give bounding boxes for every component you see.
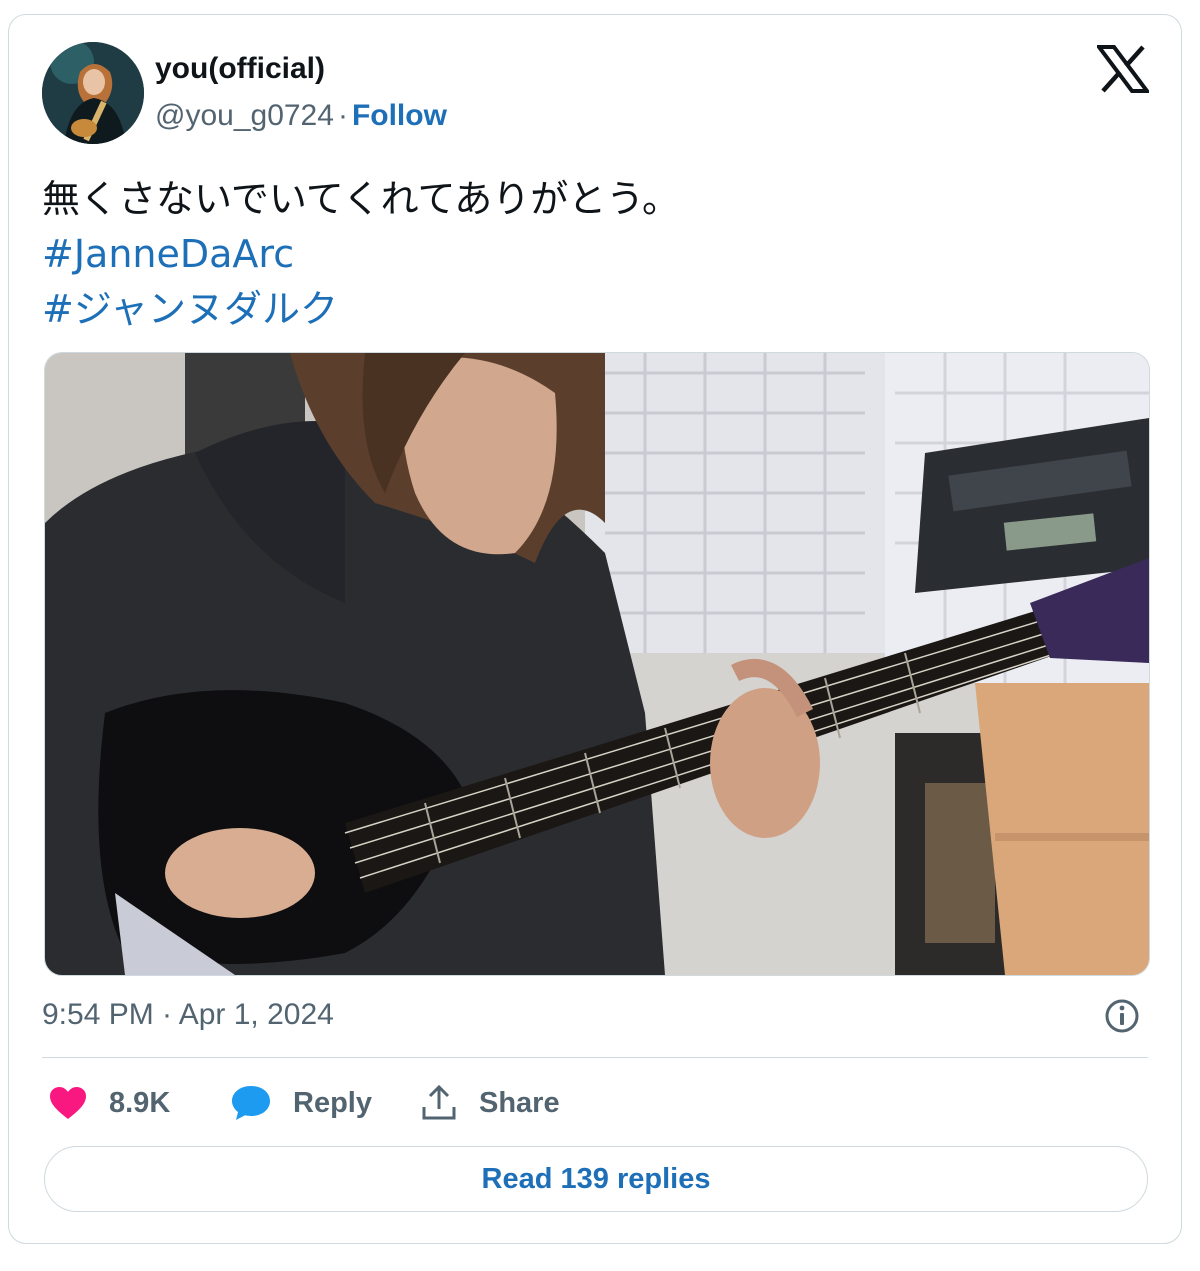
avatar-image [42,42,144,144]
reply-label: Reply [293,1086,372,1119]
handle-row: @you_g0724 · Follow [155,99,447,133]
handle-separator: · [337,99,348,132]
share-button[interactable]: Share [421,1083,560,1123]
info-icon[interactable] [1104,998,1140,1034]
tweet-video[interactable] [44,352,1150,976]
heart-icon [50,1087,86,1119]
speech-bubble-icon [232,1086,270,1120]
tweet-body: 無くさないでいてくれてありがとう。 #JanneDaArc #ジャンヌダルク [42,172,680,337]
share-label: Share [479,1086,560,1119]
video-frame-image [45,353,1149,975]
reply-button[interactable]: Reply [231,1083,372,1123]
share-upload-icon [422,1085,456,1120]
like-count: 8.9K [109,1086,171,1119]
author-handle[interactable]: @you_g0724 [155,99,334,132]
read-replies-button[interactable]: Read 139 replies [44,1146,1148,1212]
x-logo-icon[interactable] [1095,45,1151,93]
author-name[interactable]: you(official) [155,52,325,86]
tweet-card: you(official) @you_g0724 · Follow 無くさないでいて… [8,14,1182,1244]
like-button[interactable]: 8.9K [49,1083,170,1123]
follow-button[interactable]: Follow [352,99,447,132]
hashtag-janne-da-arc-jp[interactable]: #ジャンヌダルク [42,282,680,337]
tweet-timestamp[interactable]: 9:54 PM · Apr 1, 2024 [42,998,334,1032]
divider [42,1057,1148,1058]
avatar[interactable] [42,42,144,144]
tweet-text: 無くさないでいてくれてありがとう。 [42,177,681,221]
hashtag-janne-da-arc[interactable]: #JanneDaArc [42,227,680,282]
